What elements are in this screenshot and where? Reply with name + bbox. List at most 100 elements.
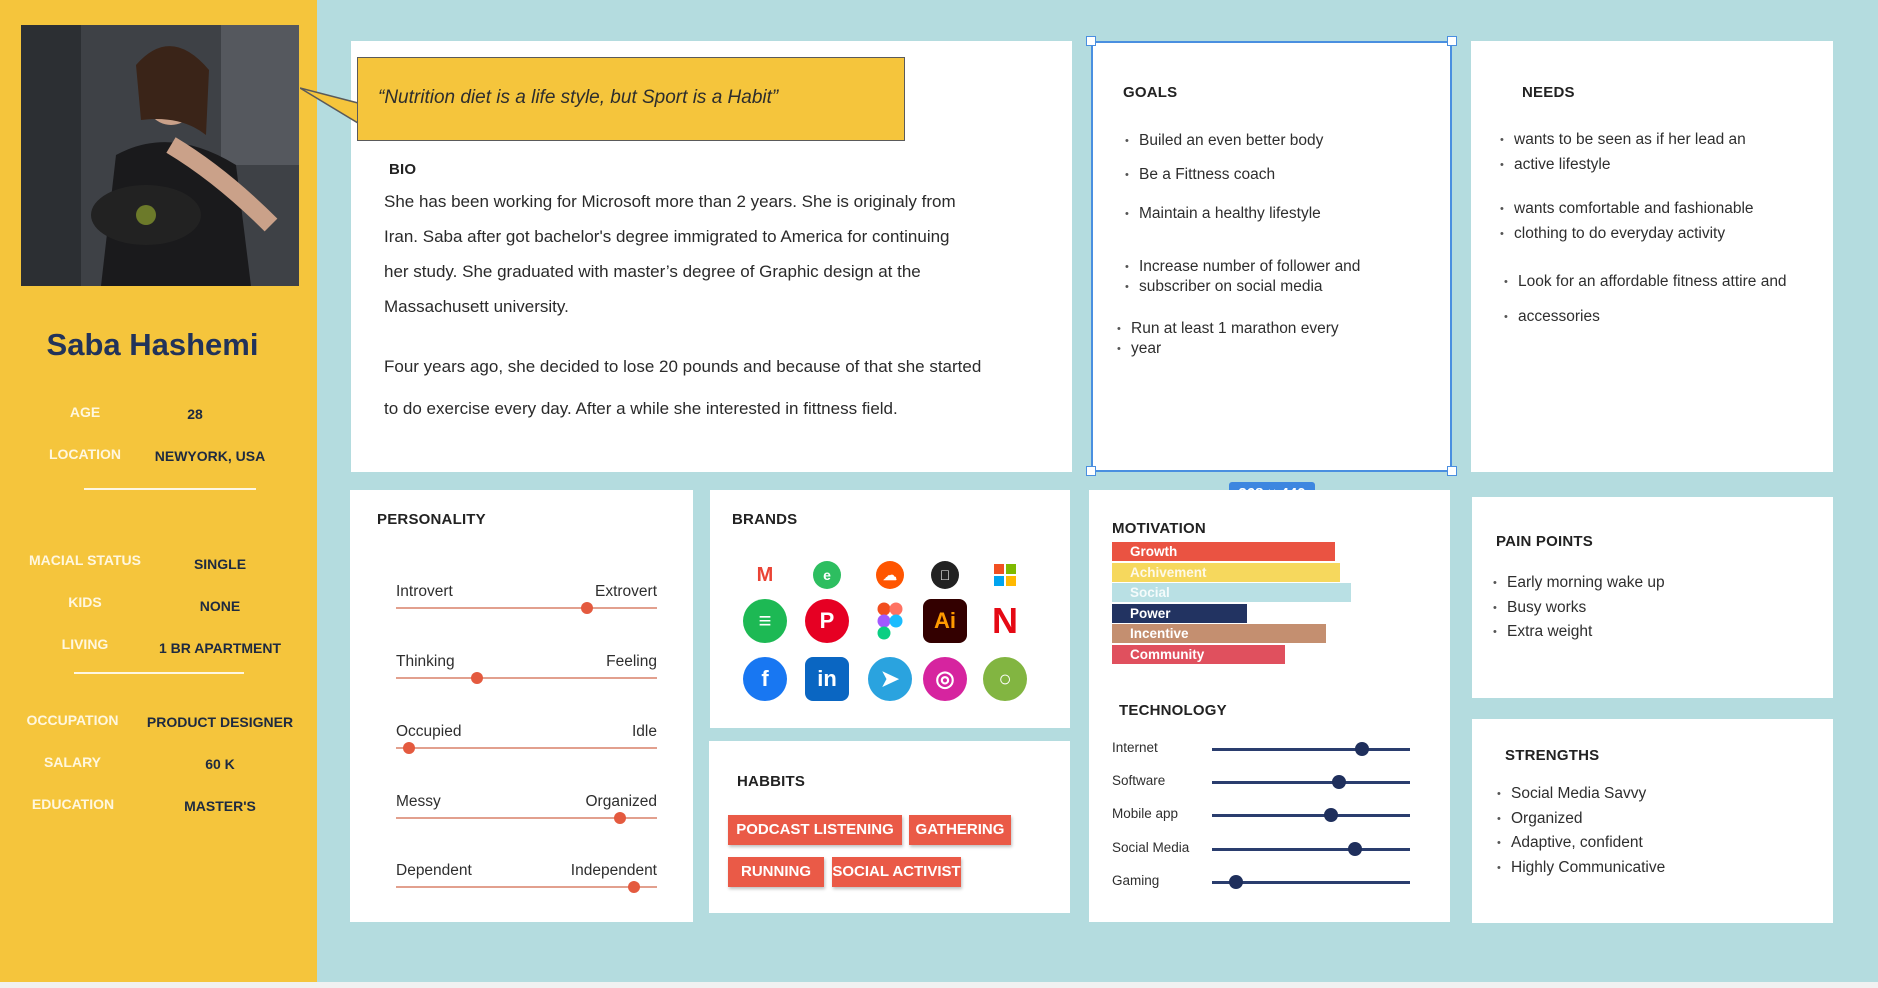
- info-label-salary: SALARY: [43, 754, 102, 770]
- info-value-salary: 60 K: [205, 756, 235, 772]
- pinterest-icon: P: [805, 599, 849, 643]
- motivation-title: MOTIVATION: [1112, 520, 1206, 537]
- info-value-living: 1 BR APARTMENT: [158, 640, 282, 656]
- personality-right-label: Feeling: [606, 653, 657, 670]
- info-value-education: MASTER'S: [184, 798, 256, 814]
- apple-icon: : [931, 561, 959, 589]
- technology-slider-track[interactable]: [1212, 814, 1410, 817]
- illustrator-icon: Ai: [923, 599, 967, 643]
- info-label-education: EDUCATION: [31, 796, 115, 812]
- technology-label: Software: [1112, 773, 1166, 788]
- info-label-occupation: OCCUPATION: [26, 712, 119, 728]
- bio-line: her study. She graduated with master’s d…: [384, 262, 921, 281]
- technology-slider-thumb[interactable]: [1331, 775, 1346, 789]
- technology-title: TECHNOLOGY: [1119, 702, 1227, 719]
- info-value-location: NEWYORK, USA: [154, 448, 266, 464]
- strengths-title: STRENGTHS: [1505, 747, 1600, 764]
- need-item-continued: accessories: [1504, 307, 1600, 327]
- quote-text: “Nutrition diet is a life style, but Spo…: [378, 87, 779, 108]
- technology-slider-thumb[interactable]: [1323, 808, 1338, 822]
- info-label-age: AGE: [69, 404, 101, 420]
- bio-line: Iran. Saba after got bachelor's degree i…: [384, 227, 950, 246]
- motivation-bar-label: Power: [1130, 605, 1171, 621]
- info-label-marital-status: MACIAL STATUS: [29, 552, 141, 568]
- personality-card: [350, 490, 693, 922]
- info-label-location: LOCATION: [48, 446, 122, 462]
- motivation-bar-label: Incentive: [1130, 626, 1189, 641]
- technology-slider-track[interactable]: [1212, 748, 1410, 751]
- need-item: Look for an affordable fitness attire an…: [1504, 272, 1787, 292]
- brands-title: BRANDS: [732, 511, 798, 528]
- bio-line: to do exercise every day. After a while …: [384, 399, 898, 418]
- habit-tag: PODCAST LISTENING: [728, 815, 902, 845]
- personality-slider-track[interactable]: [396, 677, 657, 679]
- sidebar-divider: [84, 488, 256, 490]
- needs-card: [1471, 41, 1833, 472]
- sidebar-divider: [74, 672, 244, 674]
- technology-slider-track[interactable]: [1212, 848, 1410, 851]
- soundcloud-icon: ☁: [876, 561, 904, 589]
- quote-bubble: “Nutrition diet is a life style, but Spo…: [357, 57, 905, 141]
- info-value-occupation: PRODUCT DESIGNER: [146, 714, 294, 730]
- personality-left-label: Messy: [396, 793, 441, 810]
- resize-handle-bottom-right[interactable]: [1447, 466, 1457, 476]
- envato-icon: ○: [983, 657, 1027, 701]
- technology-slider-track[interactable]: [1212, 781, 1410, 784]
- pain-points-title: PAIN POINTS: [1496, 533, 1593, 550]
- bio-line: Four years ago, she decided to lose 20 p…: [384, 357, 982, 376]
- strength-item: Adaptive, confident: [1497, 833, 1643, 853]
- personality-slider-thumb[interactable]: [403, 742, 416, 754]
- personality-right-label: Independent: [570, 862, 657, 879]
- motivation-bar-label: Social: [1130, 585, 1170, 600]
- habit-tag: RUNNING: [728, 857, 824, 887]
- bio-line: She has been working for Microsoft more …: [384, 192, 956, 211]
- personality-slider-track[interactable]: [396, 747, 657, 749]
- resize-handle-top-left[interactable]: [1086, 36, 1096, 46]
- resize-handle-bottom-left[interactable]: [1086, 466, 1096, 476]
- personality-right-label: Idle: [632, 723, 657, 740]
- resize-handle-top-right[interactable]: [1447, 36, 1457, 46]
- motivation-bar-label: Community: [1130, 646, 1205, 662]
- bio-line: Massachusett university.: [384, 297, 569, 316]
- personality-slider-track[interactable]: [396, 886, 657, 888]
- gmail-icon: M: [756, 563, 774, 586]
- technology-slider-thumb[interactable]: [1228, 875, 1243, 889]
- pain-point-item: Busy works: [1493, 598, 1586, 618]
- personality-title: PERSONALITY: [377, 511, 486, 528]
- info-value-age: 28: [187, 406, 203, 422]
- personality-slider-thumb[interactable]: [470, 672, 483, 684]
- strength-item: Social Media Savvy: [1497, 784, 1646, 804]
- personality-slider-track[interactable]: [396, 607, 657, 609]
- personality-slider-thumb[interactable]: [627, 881, 640, 893]
- technology-label: Gaming: [1112, 873, 1160, 888]
- quote-pointer: [300, 87, 359, 125]
- selection-frame[interactable]: [1091, 41, 1452, 472]
- need-item: wants comfortable and fashionable: [1500, 199, 1754, 219]
- instagram-icon: ◎: [923, 657, 967, 701]
- strength-item: Organized: [1497, 809, 1582, 829]
- pain-point-item: Extra weight: [1493, 622, 1592, 642]
- info-label-living: LIVING: [61, 636, 109, 652]
- personality-left-label: Introvert: [396, 583, 453, 600]
- technology-slider-thumb[interactable]: [1347, 842, 1362, 856]
- personality-right-label: Organized: [585, 793, 657, 810]
- personality-left-label: Dependent: [396, 862, 472, 879]
- need-item: wants to be seen as if her lead an: [1500, 130, 1746, 150]
- info-label-kids: KIDS: [68, 594, 102, 610]
- persona-sidebar: Saba Hashemi AGE 28 LOCATION NEWYORK, US…: [0, 0, 317, 982]
- technology-label: Internet: [1112, 740, 1158, 755]
- technology-label: Mobile app: [1112, 806, 1179, 821]
- pain-point-item: Early morning wake up: [1493, 573, 1665, 593]
- netflix-icon: N: [992, 600, 1018, 641]
- need-item-continued: active lifestyle: [1500, 155, 1611, 175]
- strength-item: Highly Communicative: [1497, 858, 1665, 878]
- needs-title: NEEDS: [1522, 84, 1575, 101]
- facebook-icon: f: [743, 657, 787, 701]
- personality-slider-thumb[interactable]: [580, 602, 593, 614]
- habit-tag: GATHERING: [909, 815, 1011, 845]
- habits-title: HABBITS: [737, 773, 806, 790]
- bio-title: BIO: [389, 161, 417, 178]
- motivation-bar-label: Achivement: [1130, 564, 1207, 580]
- spotify-icon: ≡: [743, 599, 787, 643]
- technology-label: Social Media: [1112, 840, 1190, 855]
